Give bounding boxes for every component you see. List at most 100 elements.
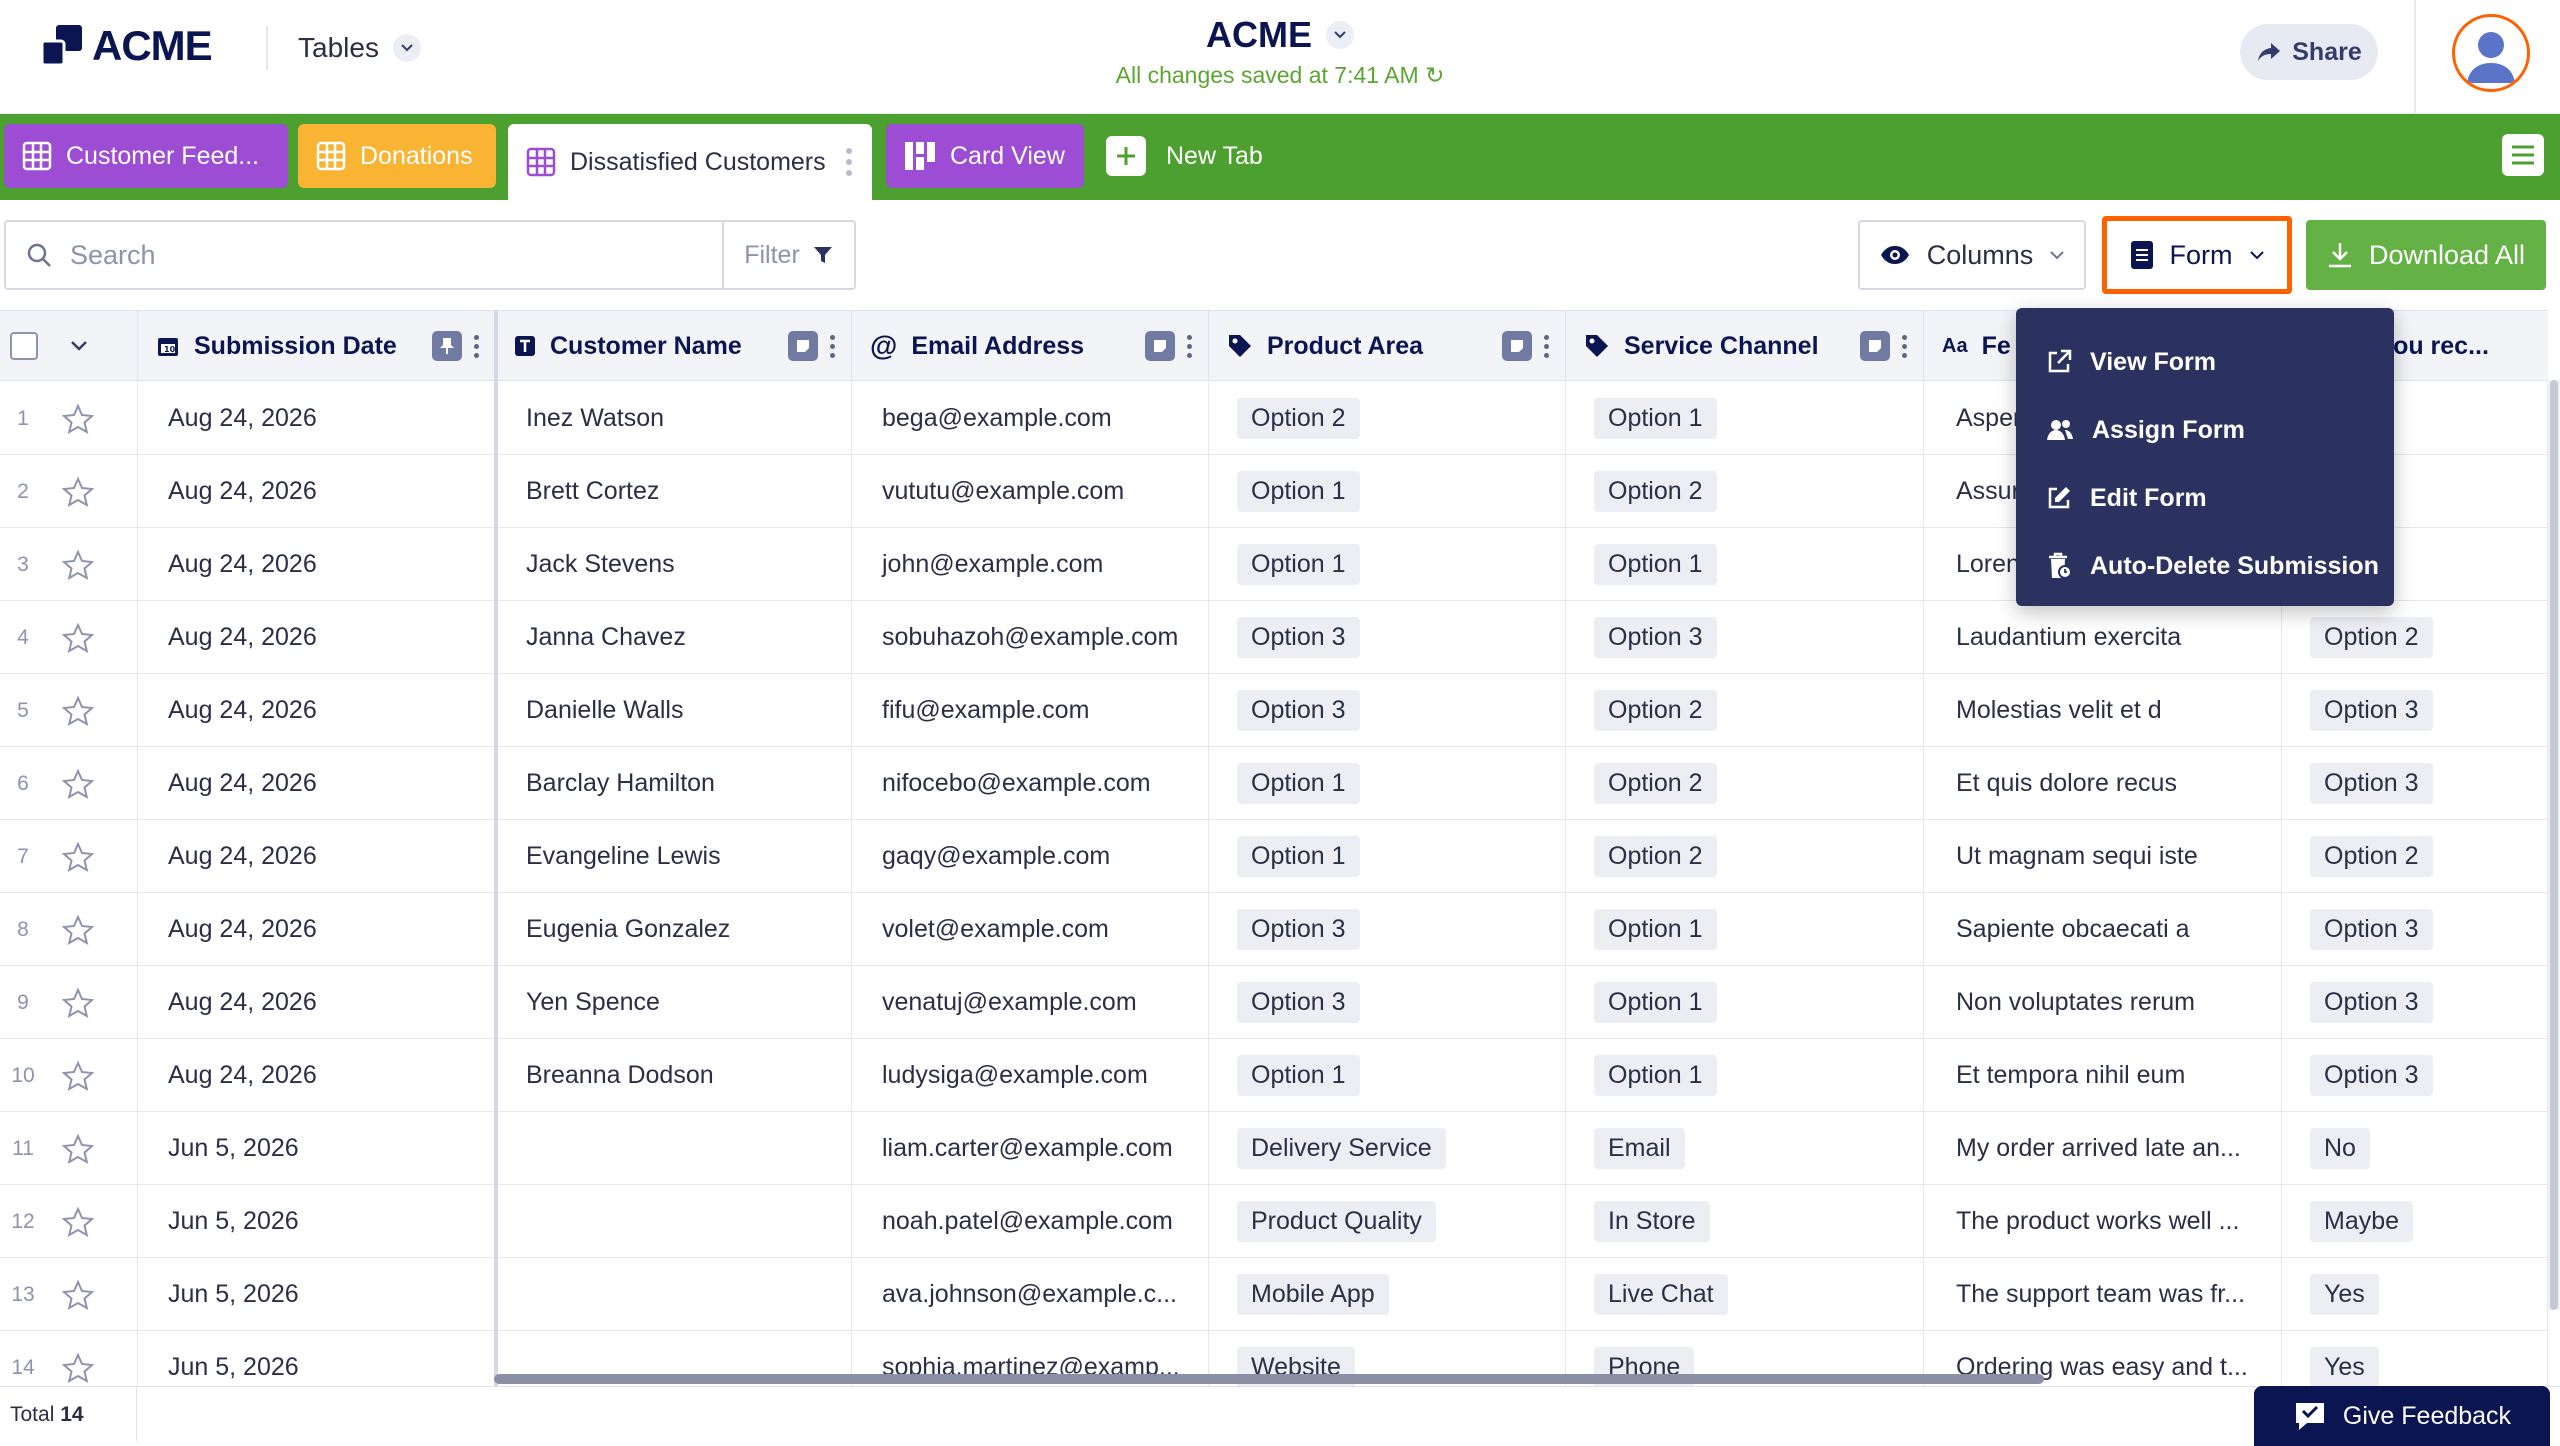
cell-channel[interactable]: Email xyxy=(1566,1112,1924,1185)
chevron-down-icon[interactable] xyxy=(70,340,88,352)
column-menu-icon[interactable] xyxy=(1544,334,1549,358)
horizontal-scrollbar[interactable] xyxy=(494,1374,2044,1384)
cell-date[interactable]: Aug 24, 2026 xyxy=(138,893,496,966)
cell-last[interactable]: Option 3 xyxy=(2282,966,2548,1039)
cell-channel[interactable]: Option 1 xyxy=(1566,1039,1924,1112)
menu-item-view-form[interactable]: View Form xyxy=(2016,328,2394,396)
column-menu-icon[interactable] xyxy=(830,334,835,358)
cell-name[interactable]: Breanna Dodson xyxy=(496,1039,852,1112)
cell-area[interactable]: Option 1 xyxy=(1209,455,1566,528)
cell-email[interactable]: volet@example.com xyxy=(852,893,1209,966)
hamburger-menu-icon[interactable] xyxy=(2502,134,2544,176)
cell-email[interactable]: ludysiga@example.com xyxy=(852,1039,1209,1112)
cell-name[interactable]: Eugenia Gonzalez xyxy=(496,893,852,966)
note-icon[interactable] xyxy=(1502,331,1532,361)
note-icon[interactable] xyxy=(788,331,818,361)
cell-last[interactable]: Option 3 xyxy=(2282,674,2548,747)
new-tab-button[interactable]: New Tab xyxy=(1106,136,1263,176)
cell-area[interactable]: Option 3 xyxy=(1209,601,1566,674)
cell-email[interactable]: nifocebo@example.com xyxy=(852,747,1209,820)
cell-email[interactable]: bega@example.com xyxy=(852,382,1209,455)
cell-last[interactable]: Option 3 xyxy=(2282,1039,2548,1112)
menu-item-auto-delete-submission[interactable]: Auto-Delete Submission xyxy=(2016,532,2394,600)
cell-name[interactable]: Danielle Walls xyxy=(496,674,852,747)
cell-area[interactable]: Mobile App xyxy=(1209,1258,1566,1331)
cell-last[interactable]: Option 2 xyxy=(2282,601,2548,674)
cell-fe[interactable]: Non voluptates rerum xyxy=(1924,966,2282,1039)
table-row[interactable]: 10 Aug 24, 2026 Breanna Dodson ludysiga@exa… xyxy=(0,1039,2548,1112)
cell-date[interactable]: Aug 24, 2026 xyxy=(138,1039,496,1112)
cell-fe[interactable]: The support team was fr... xyxy=(1924,1258,2282,1331)
cell-date[interactable]: Aug 24, 2026 xyxy=(138,674,496,747)
cell-channel[interactable]: Option 1 xyxy=(1566,528,1924,601)
column-header-submission-date[interactable]: 10 Submission Date xyxy=(138,311,496,381)
cell-date[interactable]: Aug 24, 2026 xyxy=(138,528,496,601)
search-box[interactable] xyxy=(4,220,724,290)
cell-channel[interactable]: In Store xyxy=(1566,1185,1924,1258)
tables-dropdown[interactable]: Tables xyxy=(298,32,421,64)
column-header-customer-name[interactable]: Customer Name xyxy=(496,311,852,381)
columns-button[interactable]: Columns xyxy=(1858,220,2086,290)
cell-area[interactable]: Option 3 xyxy=(1209,674,1566,747)
column-menu-icon[interactable] xyxy=(1902,334,1907,358)
vertical-scrollbar[interactable] xyxy=(2548,380,2560,1310)
cell-name[interactable]: Janna Chavez xyxy=(496,601,852,674)
cell-channel[interactable]: Option 1 xyxy=(1566,382,1924,455)
cell-date[interactable]: Jun 5, 2026 xyxy=(138,1112,496,1185)
cell-email[interactable]: fifu@example.com xyxy=(852,674,1209,747)
cell-date[interactable]: Aug 24, 2026 xyxy=(138,382,496,455)
tab-donations[interactable]: Donations xyxy=(298,124,496,188)
cell-channel[interactable]: Live Chat xyxy=(1566,1258,1924,1331)
cell-name[interactable] xyxy=(496,1112,852,1185)
title-chevron-down-icon[interactable] xyxy=(1326,21,1354,49)
page-title[interactable]: ACME xyxy=(1206,14,1312,56)
cell-name[interactable]: Brett Cortez xyxy=(496,455,852,528)
cell-last[interactable]: Option 3 xyxy=(2282,747,2548,820)
cell-channel[interactable]: Option 3 xyxy=(1566,601,1924,674)
tab-dissatisfied-customers[interactable]: Dissatisfied Customers xyxy=(508,124,872,200)
note-icon[interactable] xyxy=(1860,331,1890,361)
table-row[interactable]: 8 Aug 24, 2026 Eugenia Gonzalez volet@examp… xyxy=(0,893,2548,966)
cell-name[interactable]: Yen Spence xyxy=(496,966,852,1039)
cell-fe[interactable]: Et tempora nihil eum xyxy=(1924,1039,2282,1112)
form-button[interactable]: Form xyxy=(2102,216,2292,294)
table-row[interactable]: 5 Aug 24, 2026 Danielle Walls fifu@example.… xyxy=(0,674,2548,747)
cell-channel[interactable]: Option 2 xyxy=(1566,747,1924,820)
cell-channel[interactable]: Option 2 xyxy=(1566,674,1924,747)
column-header-service-channel[interactable]: Service Channel xyxy=(1566,311,1924,381)
cell-date[interactable]: Jun 5, 2026 xyxy=(138,1258,496,1331)
table-row[interactable]: 4 Aug 24, 2026 Janna Chavez sobuhazoh@examp… xyxy=(0,601,2548,674)
cell-last[interactable]: Option 2 xyxy=(2282,820,2548,893)
menu-item-edit-form[interactable]: Edit Form xyxy=(2016,464,2394,532)
table-row[interactable]: 13 Jun 5, 2026 ava.johnson@example.c... Mob… xyxy=(0,1258,2548,1331)
cell-date[interactable]: Aug 24, 2026 xyxy=(138,601,496,674)
select-all-checkbox[interactable] xyxy=(10,332,38,360)
cell-area[interactable]: Option 1 xyxy=(1209,747,1566,820)
cell-area[interactable]: Option 2 xyxy=(1209,382,1566,455)
cell-name[interactable]: Inez Watson xyxy=(496,382,852,455)
download-all-button[interactable]: Download All xyxy=(2306,220,2546,290)
column-header-product-area[interactable]: Product Area xyxy=(1209,311,1566,381)
cell-last[interactable]: Option 3 xyxy=(2282,893,2548,966)
cell-channel[interactable]: Option 2 xyxy=(1566,820,1924,893)
cell-date[interactable]: Aug 24, 2026 xyxy=(138,966,496,1039)
cell-email[interactable]: vututu@example.com xyxy=(852,455,1209,528)
cell-email[interactable]: ava.johnson@example.c... xyxy=(852,1258,1209,1331)
cell-email[interactable]: liam.carter@example.com xyxy=(852,1112,1209,1185)
cell-area[interactable]: Product Quality xyxy=(1209,1185,1566,1258)
avatar[interactable] xyxy=(2452,14,2530,92)
cell-email[interactable]: john@example.com xyxy=(852,528,1209,601)
filter-button[interactable]: Filter xyxy=(722,220,856,290)
cell-area[interactable]: Option 3 xyxy=(1209,893,1566,966)
cell-area[interactable]: Option 3 xyxy=(1209,966,1566,1039)
tab-customer-feedback[interactable]: Customer Feed... xyxy=(4,124,288,188)
cell-channel[interactable]: Option 2 xyxy=(1566,455,1924,528)
table-row[interactable]: 6 Aug 24, 2026 Barclay Hamilton nifocebo@ex… xyxy=(0,747,2548,820)
cell-date[interactable]: Aug 24, 2026 xyxy=(138,747,496,820)
search-input[interactable] xyxy=(70,239,670,271)
give-feedback-button[interactable]: Give Feedback xyxy=(2254,1386,2550,1446)
cell-fe[interactable]: Molestias velit et d xyxy=(1924,674,2282,747)
cell-fe[interactable]: Et quis dolore recus xyxy=(1924,747,2282,820)
cell-fe[interactable]: The product works well ... xyxy=(1924,1185,2282,1258)
cell-fe[interactable]: My order arrived late an... xyxy=(1924,1112,2282,1185)
